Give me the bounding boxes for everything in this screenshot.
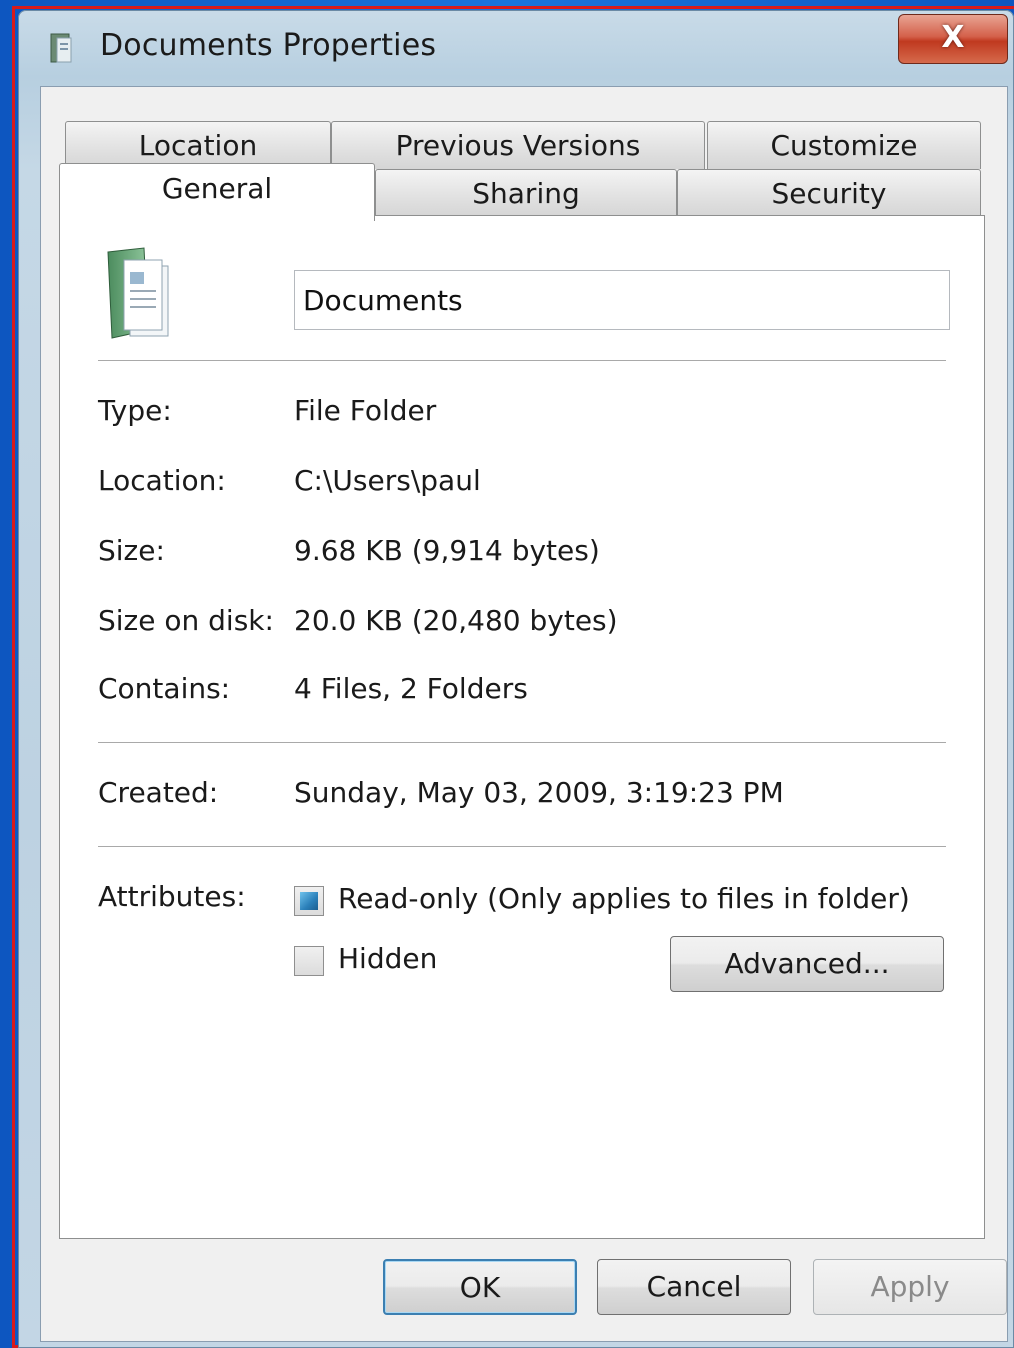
size-on-disk-value: 20.0 KB (20,480 bytes) (294, 604, 618, 637)
tab-sharing[interactable]: Sharing (375, 169, 677, 217)
type-value: File Folder (294, 394, 437, 427)
close-button[interactable]: X (898, 14, 1008, 64)
location-value: C:\Users\paul (294, 464, 481, 497)
readonly-checkbox[interactable] (294, 886, 324, 916)
created-value: Sunday, May 03, 2009, 3:19:23 PM (294, 776, 784, 809)
properties-dialog: Documents Properties X Location Previous… (18, 10, 1014, 1348)
tab-location[interactable]: Location (65, 121, 331, 169)
cancel-button[interactable]: Cancel (597, 1259, 791, 1315)
tab-customize[interactable]: Customize (707, 121, 981, 169)
folder-name-input[interactable] (294, 270, 950, 330)
type-label: Type: (98, 394, 172, 427)
window-title: Documents Properties (100, 28, 437, 63)
tab-security[interactable]: Security (677, 169, 981, 217)
size-label: Size: (98, 534, 165, 567)
documents-folder-icon (50, 33, 72, 63)
hidden-label[interactable]: Hidden (338, 942, 437, 975)
advanced-button[interactable]: Advanced... (670, 936, 944, 992)
separator (98, 742, 946, 744)
contains-value: 4 Files, 2 Folders (294, 672, 528, 705)
apply-button[interactable]: Apply (813, 1259, 1007, 1315)
folder-large-icon (107, 247, 169, 339)
general-tab-panel: Type: File Folder Location: C:\Users\pau… (59, 215, 985, 1239)
created-label: Created: (98, 776, 219, 809)
size-value: 9.68 KB (9,914 bytes) (294, 534, 600, 567)
attributes-label: Attributes: (98, 880, 246, 913)
hidden-checkbox[interactable] (294, 946, 324, 976)
title-bar[interactable]: Documents Properties X (18, 10, 1014, 86)
readonly-label[interactable]: Read-only (Only applies to files in fold… (338, 882, 910, 915)
size-on-disk-label: Size on disk: (98, 604, 274, 637)
separator (98, 846, 946, 848)
separator (98, 360, 946, 362)
tab-general[interactable]: General (59, 163, 375, 221)
contains-label: Contains: (98, 672, 231, 705)
tab-previous-versions[interactable]: Previous Versions (331, 121, 705, 169)
location-label: Location: (98, 464, 226, 497)
ok-button[interactable]: OK (383, 1259, 577, 1315)
dialog-body: Location Previous Versions Customize Gen… (40, 86, 1008, 1342)
